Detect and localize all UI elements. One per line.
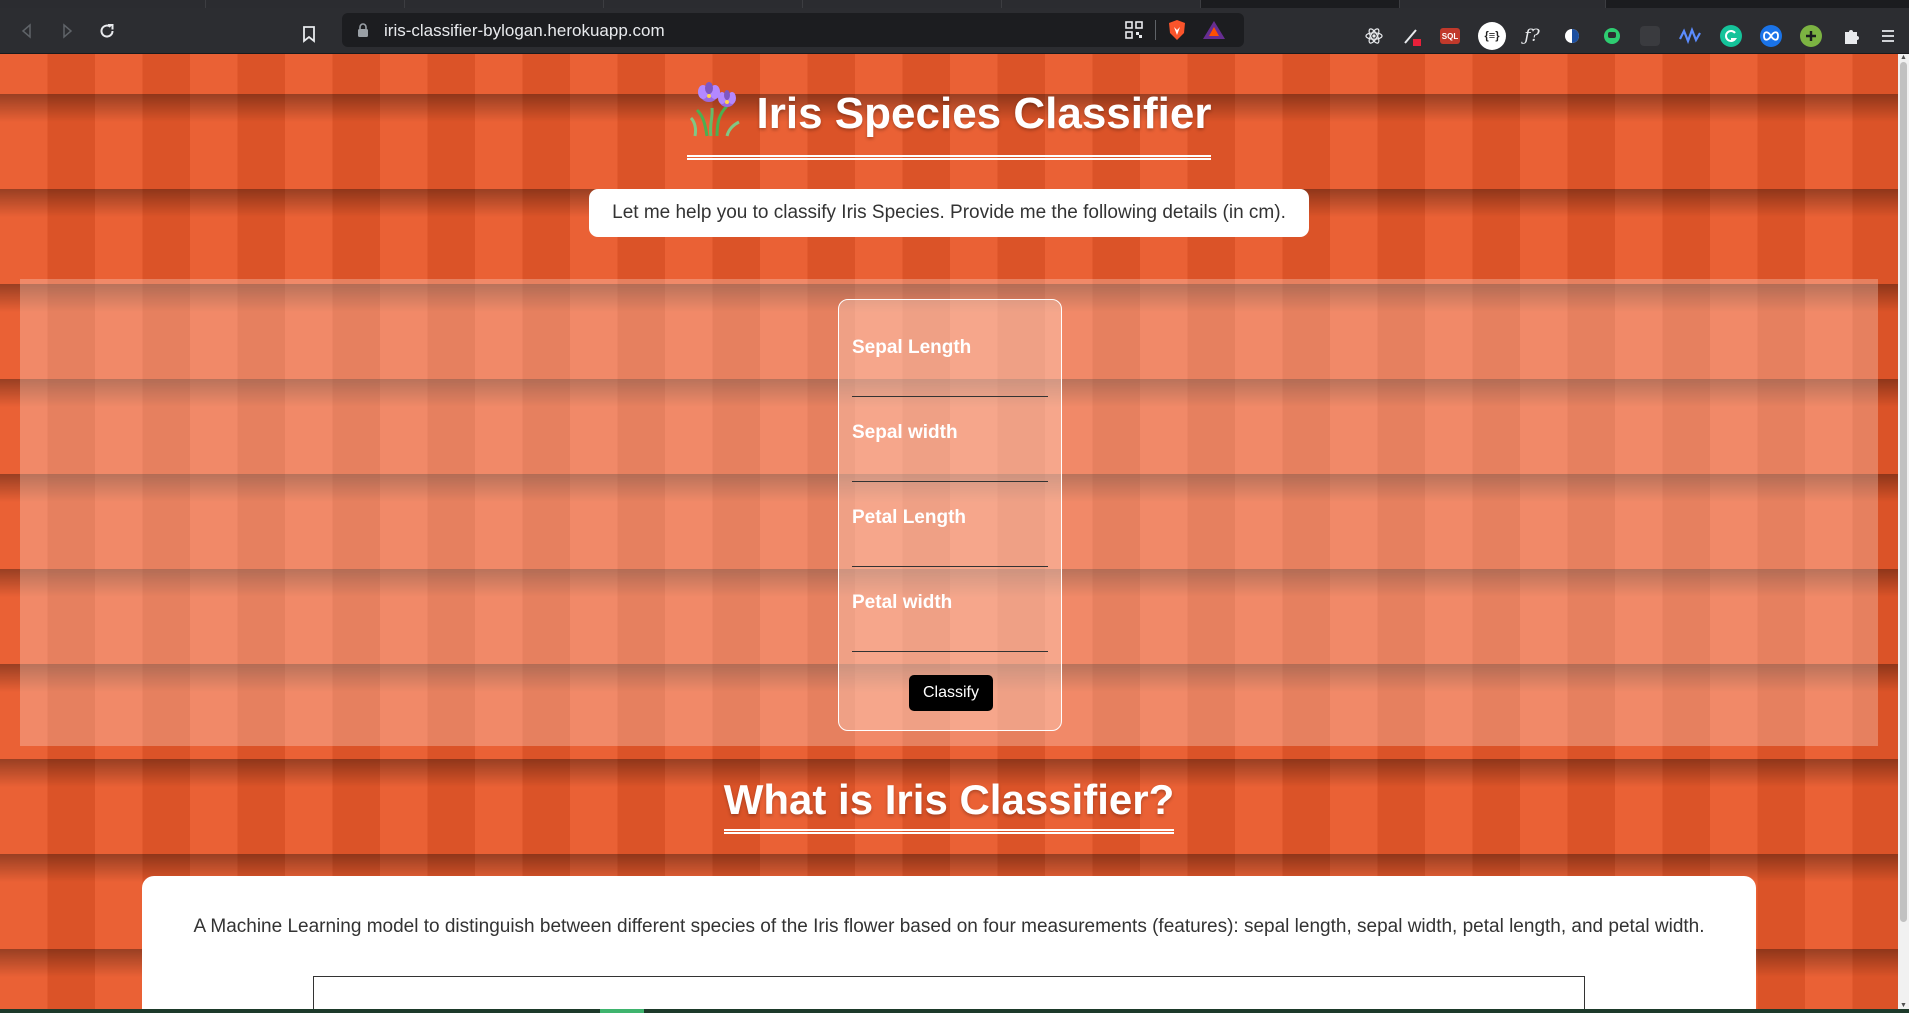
react-devtools-icon[interactable] <box>1362 24 1386 48</box>
browser-tab[interactable] <box>604 0 803 8</box>
dark-reader-icon[interactable] <box>1560 24 1584 48</box>
qr-code-icon[interactable] <box>1124 20 1144 40</box>
classifier-form: Sepal Length Sepal width Petal Length Pe… <box>838 299 1062 731</box>
sepal-length-input[interactable] <box>852 366 1048 397</box>
sepal-length-label: Sepal Length <box>852 337 972 358</box>
address-bar[interactable]: iris-classifier-bylogan.herokuapp.com <box>342 13 1244 47</box>
sql-icon[interactable]: SQL <box>1440 28 1460 44</box>
grammarly-icon[interactable] <box>1720 25 1742 47</box>
url-text[interactable]: iris-classifier-bylogan.herokuapp.com <box>384 21 665 41</box>
info-card: A Machine Learning model to distinguish … <box>142 876 1756 1009</box>
iris-flower-icon <box>687 78 747 149</box>
browser-tab[interactable] <box>1400 0 1606 8</box>
scrollbar[interactable]: ▲ ▼ <box>1898 54 1909 1009</box>
scrollbar-thumb[interactable] <box>1900 62 1907 922</box>
bookmark-icon[interactable] <box>302 25 316 48</box>
browser-toolbar: iris-classifier-bylogan.herokuapp.com SQ… <box>0 8 1909 54</box>
formula-icon[interactable]: ƒ? <box>1520 24 1544 48</box>
intro-card: Let me help you to classify Iris Species… <box>589 189 1309 237</box>
grid-extension-icon[interactable] <box>1640 26 1660 46</box>
browser-tab-active[interactable] <box>1201 0 1400 8</box>
eyedropper-icon[interactable] <box>1400 24 1424 48</box>
loop-extension-icon[interactable] <box>1760 25 1782 47</box>
progress-mark <box>600 1009 644 1013</box>
add-extension-icon[interactable] <box>1800 25 1822 47</box>
brave-shield-icon[interactable] <box>1166 19 1188 41</box>
back-icon[interactable] <box>12 16 42 46</box>
content-frame <box>313 976 1585 1009</box>
wave-extension-icon[interactable] <box>1678 24 1702 48</box>
extensions-puzzle-icon[interactable] <box>1840 24 1864 48</box>
browser-tab[interactable] <box>405 0 604 8</box>
brave-rewards-icon[interactable] <box>1202 20 1226 40</box>
browser-tab[interactable] <box>803 0 1002 8</box>
reload-icon[interactable] <box>92 16 122 46</box>
json-viewer-icon[interactable]: {≡} <box>1478 22 1506 50</box>
browser-tab[interactable] <box>1002 0 1201 8</box>
petal-length-label: Petal Length <box>852 507 967 528</box>
lock-icon[interactable] <box>356 22 370 43</box>
page-content: Iris Species Classifier Let me help you … <box>0 54 1898 1009</box>
chat-extension-icon[interactable] <box>1600 24 1624 48</box>
petal-length-input[interactable] <box>852 536 1048 567</box>
page-title: Iris Species Classifier <box>686 78 1212 160</box>
section-wrap: What is Iris Classifier? <box>0 776 1898 834</box>
description-text: A Machine Learning model to distinguish … <box>193 916 1705 937</box>
forward-icon[interactable] <box>52 16 82 46</box>
title-wrap: Iris Species Classifier <box>0 78 1898 160</box>
sepal-width-input[interactable] <box>852 451 1048 482</box>
menu-icon[interactable] <box>1876 24 1900 48</box>
browser-tab[interactable] <box>0 0 206 8</box>
title-text: Iris Species Classifier <box>756 88 1212 138</box>
section-title: What is Iris Classifier? <box>723 776 1175 834</box>
divider <box>1155 20 1156 40</box>
bottom-strip <box>0 1009 1909 1013</box>
petal-width-input[interactable] <box>852 621 1048 652</box>
scroll-up-icon[interactable]: ▲ <box>1900 54 1907 61</box>
sepal-width-label: Sepal width <box>852 422 958 443</box>
petal-width-label: Petal width <box>852 592 953 613</box>
intro-text: Let me help you to classify Iris Species… <box>612 202 1286 223</box>
tab-strip <box>0 0 1909 8</box>
browser-tab[interactable] <box>206 0 405 8</box>
classify-button[interactable]: Classify <box>909 675 993 711</box>
scroll-down-icon[interactable]: ▼ <box>1900 1002 1907 1009</box>
